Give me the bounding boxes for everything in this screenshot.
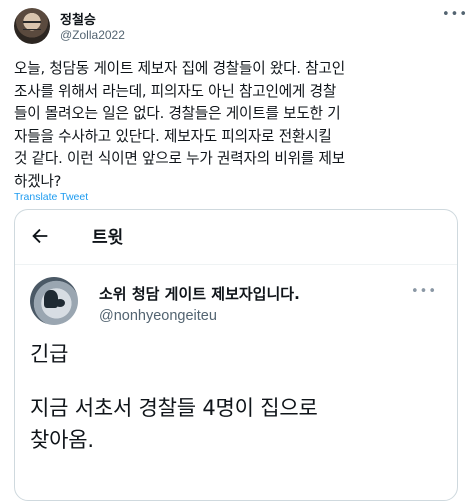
tweet-text-line: 들이 몰려오는 일은 없다. 경찰들은 게이트를 보도한 기: [14, 105, 341, 122]
back-arrow-icon[interactable]: [29, 225, 51, 247]
avatar-glasses: [23, 21, 41, 30]
author-display-name[interactable]: 정철승: [60, 9, 96, 28]
tweet-text-line: 오늘, 청담동 게이트 제보자 집에 경찰들이 왔다. 참고인: [14, 60, 345, 77]
tweet-text: 오늘, 청담동 게이트 제보자 집에 경찰들이 왔다. 참고인 조사를 위해서 …: [14, 58, 460, 193]
quoted-text-line: 긴급: [30, 342, 69, 366]
quoted-tweet-card[interactable]: 트윗 소위 청담 게이트 제보자입니다. @nonhyeongeiteu •••…: [14, 209, 458, 501]
quoted-author-name[interactable]: 소위 청담 게이트 제보자입니다.: [99, 283, 300, 304]
tweet-text-line: 것 같다. 이런 식이면 앞으로 누가 권력자의 비위를 제보: [14, 150, 345, 167]
avatar-figure-detail: [55, 299, 65, 307]
author-handle[interactable]: @Zolla2022: [60, 28, 125, 42]
tweet-text-line: 자들을 수사하고 있단다. 제보자도 피의자로 전환시킬: [14, 127, 332, 145]
quoted-tweet-text: 긴급 지금 서초서 경찰들 4명이 집으로 찾아옴.: [30, 338, 445, 456]
tweet-text-line: 조사를 위해서 라는데, 피의자도 아닌 참고인에게 경찰: [14, 82, 337, 100]
card-divider: [15, 264, 457, 265]
quoted-author-handle[interactable]: @nonhyeongeiteu: [99, 308, 217, 324]
quoted-text-line: 지금 서초서 경찰들 4명이 집으로: [30, 396, 318, 420]
quoted-more-options-icon[interactable]: •••: [411, 284, 437, 299]
quoted-card-title: 트윗: [92, 228, 124, 248]
tweet: 정철승 @Zolla2022 ••• 오늘, 청담동 게이트 제보자 집에 경찰…: [0, 0, 474, 501]
tweet-text-line: 하겠나?: [14, 172, 62, 190]
quoted-text-blank-line: [30, 370, 445, 392]
quoted-author-avatar[interactable]: [30, 277, 78, 325]
more-options-icon[interactable]: •••: [442, 8, 467, 21]
quoted-text-line: 찾아옴.: [30, 428, 94, 452]
author-avatar[interactable]: [14, 8, 50, 44]
translate-tweet-link[interactable]: Translate Tweet: [14, 191, 88, 203]
quoted-card-header: 트윗: [15, 210, 457, 264]
